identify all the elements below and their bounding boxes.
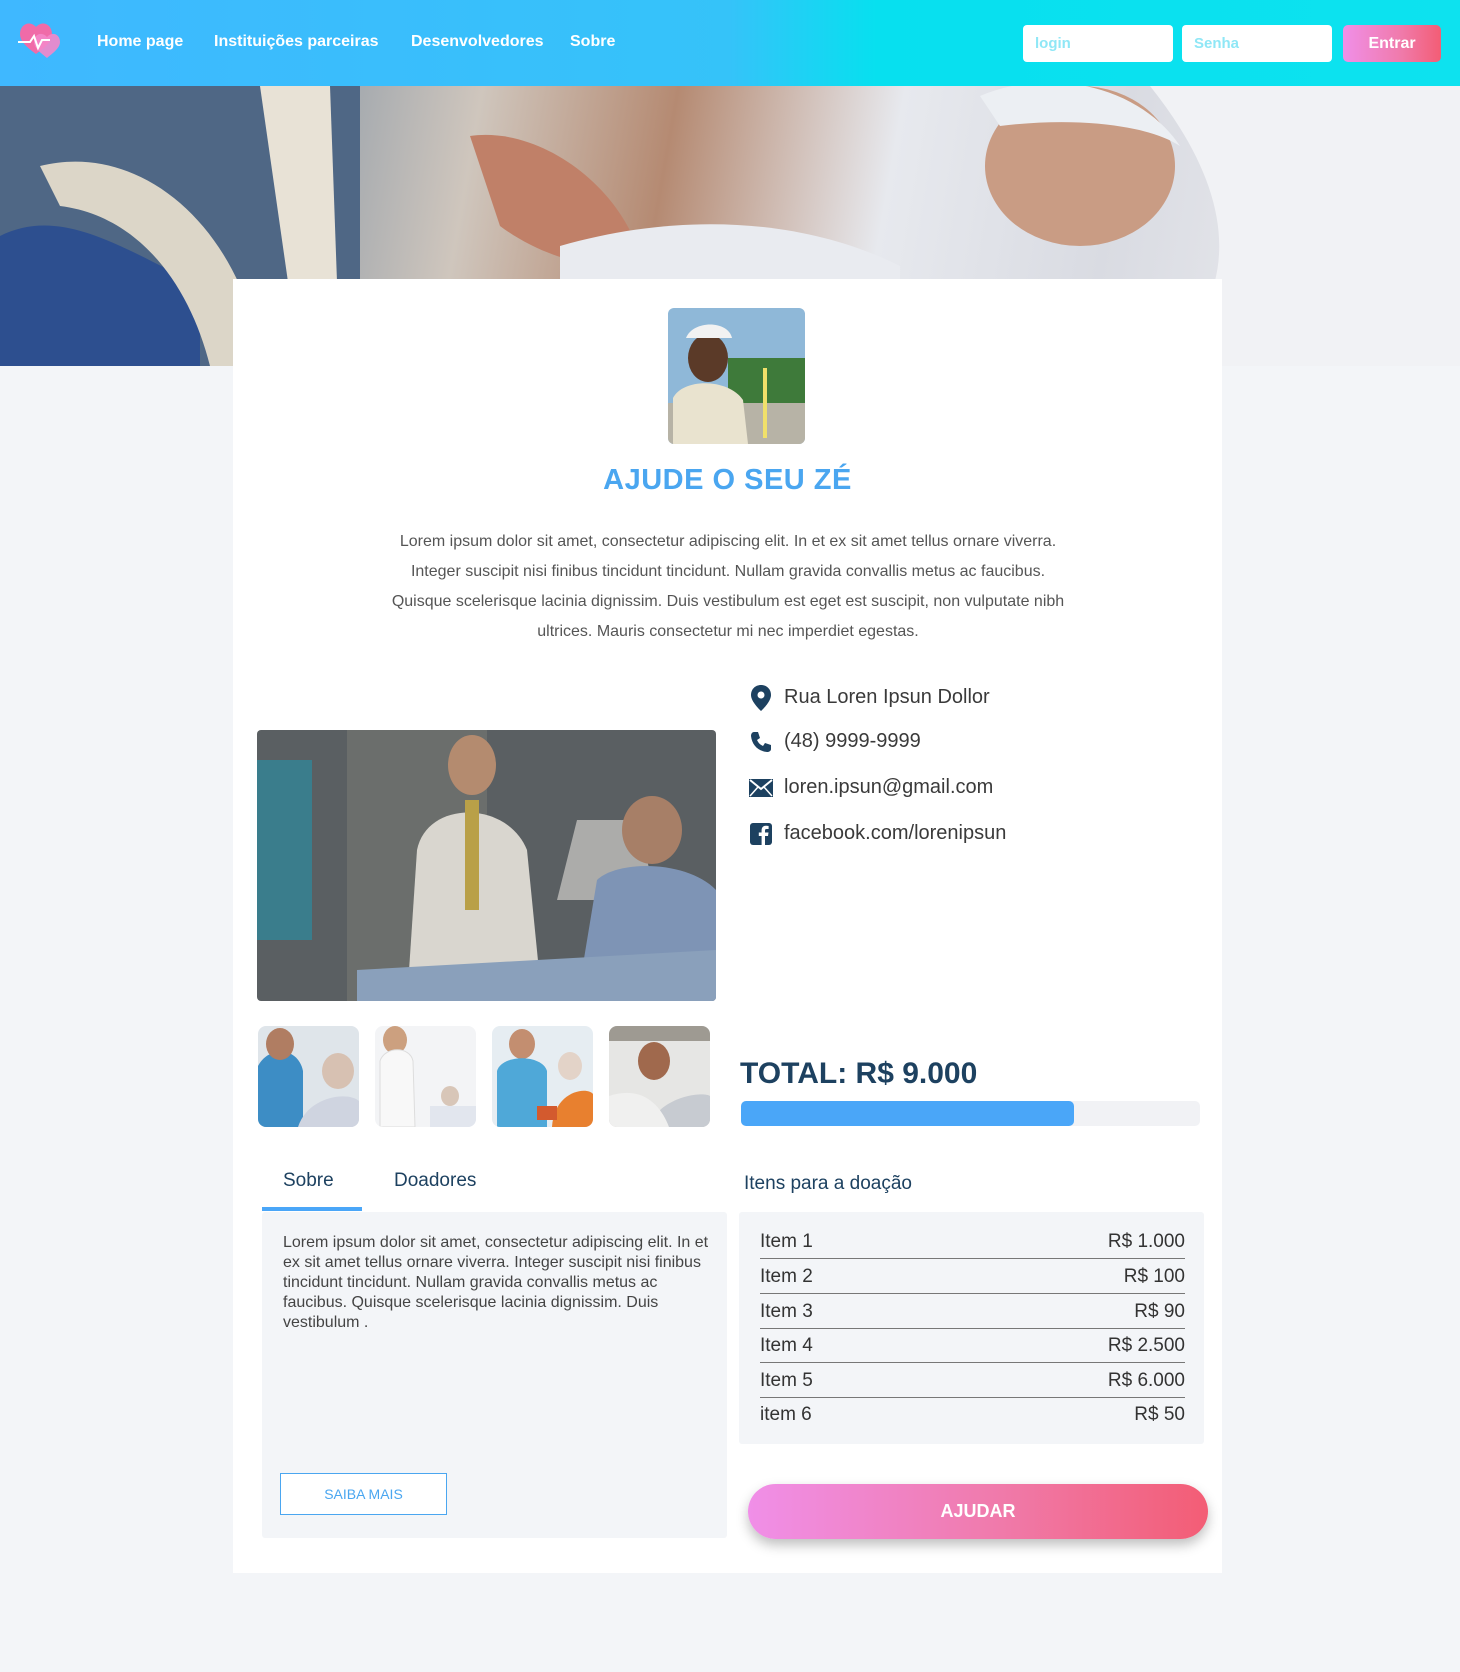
list-item[interactable]: Item 5 R$ 6.000 xyxy=(760,1363,1185,1398)
list-item[interactable]: Item 2 R$ 100 xyxy=(760,1259,1185,1294)
item-name: item 6 xyxy=(760,1404,812,1425)
contact-phone: (48) 9999-9999 xyxy=(748,727,921,757)
contact-address: Rua Loren Ipsun Dollor xyxy=(748,683,990,713)
item-price: R$ 100 xyxy=(1123,1266,1185,1287)
envelope-icon xyxy=(748,775,774,801)
donation-progress-fill xyxy=(741,1101,1074,1126)
item-price: R$ 6.000 xyxy=(1107,1370,1185,1391)
top-navbar: Home page Instituições parceiras Desenvo… xyxy=(0,0,1460,86)
donation-total: TOTAL: R$ 9.000 xyxy=(740,1057,978,1090)
active-tab-indicator xyxy=(262,1207,362,1211)
heart-logo-icon[interactable] xyxy=(16,16,64,66)
campaign-intro: Lorem ipsum dolor sit amet, consectetur … xyxy=(391,533,1065,640)
phone-icon xyxy=(748,729,774,755)
map-pin-icon xyxy=(748,685,774,711)
tab-doadores[interactable]: Doadores xyxy=(394,1170,476,1192)
donation-items-title: Itens para a doação xyxy=(744,1173,912,1194)
ajudar-button[interactable]: AJUDAR xyxy=(748,1484,1208,1539)
item-price: R$ 2.500 xyxy=(1107,1335,1185,1356)
item-name: Item 3 xyxy=(760,1301,813,1322)
item-name: Item 2 xyxy=(760,1266,813,1287)
tab-sobre[interactable]: Sobre xyxy=(283,1170,334,1192)
gallery-thumb-2[interactable] xyxy=(375,1026,476,1127)
facebook-link[interactable]: facebook.com/lorenipsun xyxy=(784,822,1006,845)
beneficiary-avatar xyxy=(668,308,805,444)
item-name: Item 4 xyxy=(760,1335,813,1356)
list-item[interactable]: Item 3 R$ 90 xyxy=(760,1294,1185,1329)
donation-items-list: Item 1 R$ 1.000 Item 2 R$ 100 Item 3 R$ … xyxy=(739,1212,1204,1444)
campaign-title: AJUDE O SEU ZÉ xyxy=(603,464,852,496)
nav-home[interactable]: Home page xyxy=(97,33,183,51)
address-text: Rua Loren Ipsun Dollor xyxy=(784,686,990,708)
list-item[interactable]: Item 4 R$ 2.500 xyxy=(760,1328,1185,1363)
item-name: Item 5 xyxy=(760,1370,813,1391)
saiba-mais-button[interactable]: SAIBA MAIS xyxy=(280,1473,447,1515)
gallery-thumb-3[interactable] xyxy=(492,1026,593,1127)
phone-text[interactable]: (48) 9999-9999 xyxy=(784,730,921,753)
gallery-thumb-4[interactable] xyxy=(609,1026,710,1127)
item-price: R$ 90 xyxy=(1134,1301,1185,1322)
nav-developers[interactable]: Desenvolvedores xyxy=(411,33,544,51)
gallery-thumb-1[interactable] xyxy=(258,1026,359,1127)
donation-progress-bar xyxy=(741,1101,1200,1126)
campaign-card: AJUDE O SEU ZÉ Lorem ipsum dolor sit ame… xyxy=(233,279,1222,1573)
contact-email: loren.ipsun@gmail.com xyxy=(748,773,993,803)
item-price: R$ 50 xyxy=(1134,1404,1185,1425)
about-panel: Lorem ipsum dolor sit amet, consectetur … xyxy=(262,1212,727,1538)
email-link[interactable]: loren.ipsun@gmail.com xyxy=(784,776,993,799)
nav-partner-institutions[interactable]: Instituições parceiras xyxy=(214,33,379,51)
contact-facebook: facebook.com/lorenipsun xyxy=(748,819,1006,849)
list-item[interactable]: item 6 R$ 50 xyxy=(760,1397,1185,1432)
item-price: R$ 1.000 xyxy=(1107,1231,1185,1252)
about-text: Lorem ipsum dolor sit amet, consectetur … xyxy=(283,1234,709,1331)
nav-about[interactable]: Sobre xyxy=(570,33,615,51)
enter-button[interactable]: Entrar xyxy=(1343,25,1441,62)
facebook-icon xyxy=(748,821,774,847)
item-name: Item 1 xyxy=(760,1231,813,1252)
password-input[interactable] xyxy=(1182,25,1332,62)
main-photo[interactable] xyxy=(257,730,716,1001)
login-input[interactable] xyxy=(1023,25,1173,62)
list-item[interactable]: Item 1 R$ 1.000 xyxy=(760,1224,1185,1259)
